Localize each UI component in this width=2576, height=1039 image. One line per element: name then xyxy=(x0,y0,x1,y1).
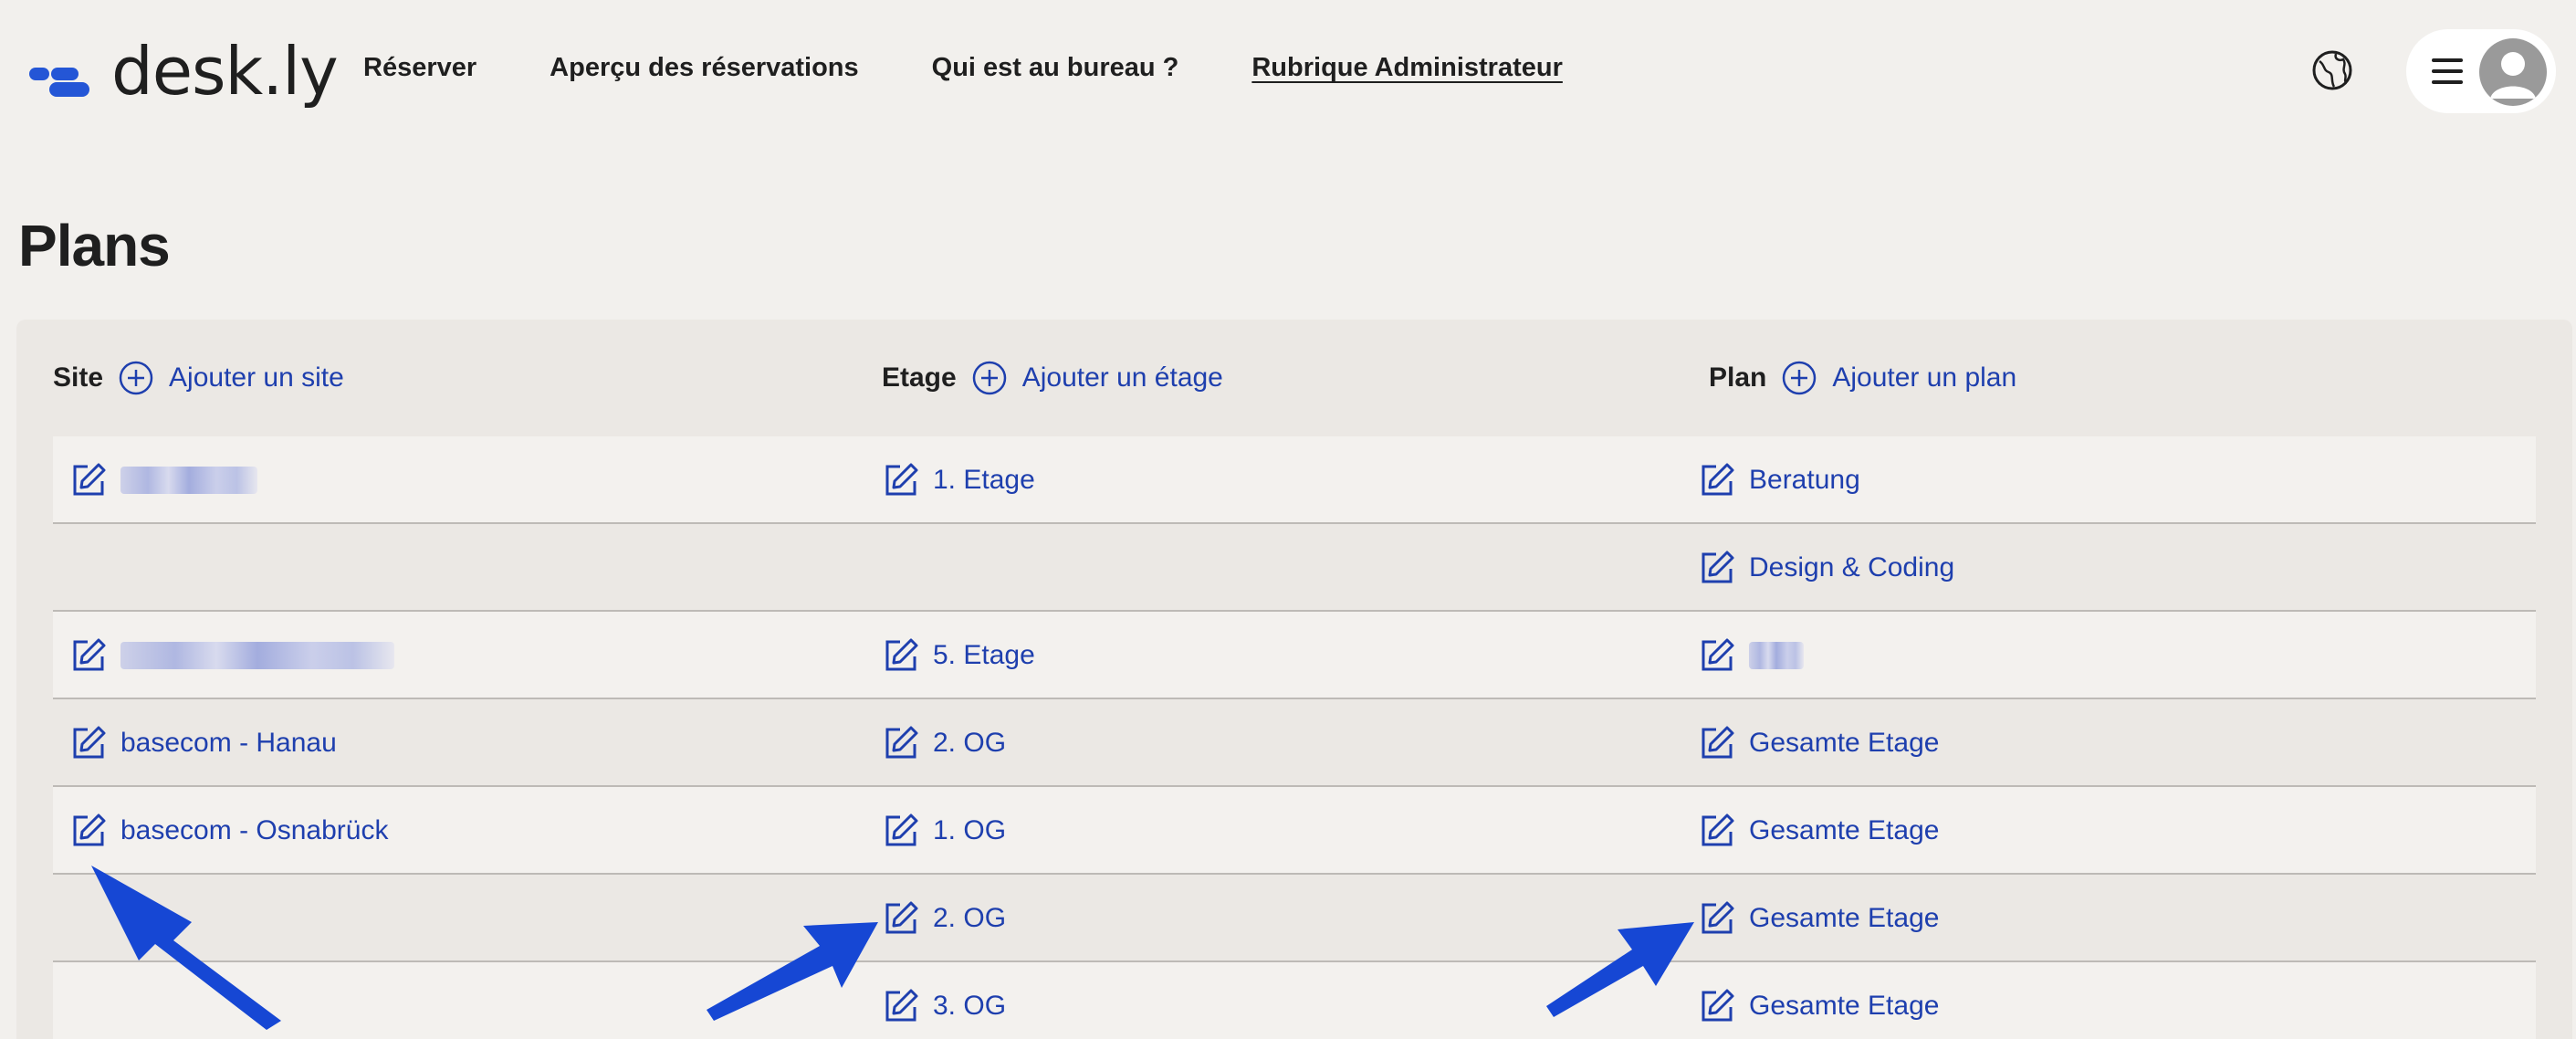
logo-text: desk.ly xyxy=(111,33,339,110)
redacted-site-name xyxy=(120,642,394,669)
plan-cell[interactable]: Design & Coding xyxy=(1698,524,1954,612)
redacted-plan-name xyxy=(1749,642,1804,669)
add-floor-link[interactable]: Ajouter un étage xyxy=(1022,362,1223,394)
table-row: basecom - Hanau 2. OG Gesamte Etage xyxy=(53,699,2536,787)
site-cell[interactable] xyxy=(69,436,257,524)
plan-name[interactable]: Gesamte Etage xyxy=(1749,728,1939,759)
column-label-floor: Etage xyxy=(882,362,957,393)
add-circle-icon[interactable] xyxy=(1781,360,1817,396)
globe-icon[interactable] xyxy=(2310,48,2354,92)
logo-mark-icon xyxy=(29,44,100,99)
floor-name[interactable]: 2. OG xyxy=(933,728,1006,759)
hamburger-menu-icon[interactable] xyxy=(2432,58,2463,84)
main-nav: Réserver Aperçu des réservations Qui est… xyxy=(363,53,1636,83)
column-header-floor: Etage Ajouter un étage xyxy=(882,360,1223,396)
table-row: Design & Coding xyxy=(53,524,2536,612)
floor-name[interactable]: 5. Etage xyxy=(933,640,1035,671)
edit-icon[interactable] xyxy=(882,899,920,938)
plan-cell[interactable]: Gesamte Etage xyxy=(1698,962,1939,1039)
edit-icon[interactable] xyxy=(1698,724,1736,762)
floor-cell[interactable]: 5. Etage xyxy=(882,612,1035,699)
site-name[interactable]: basecom - Osnabrück xyxy=(120,815,388,846)
deskly-logo[interactable]: desk.ly xyxy=(29,33,339,110)
plan-name[interactable]: Gesamte Etage xyxy=(1749,903,1939,934)
floor-cell[interactable]: 3. OG xyxy=(882,962,1006,1039)
edit-icon[interactable] xyxy=(1698,461,1736,499)
site-cell[interactable]: basecom - Osnabrück xyxy=(69,787,388,875)
column-label-plan: Plan xyxy=(1709,362,1767,393)
edit-icon[interactable] xyxy=(1698,549,1736,587)
floor-name[interactable]: 3. OG xyxy=(933,991,1006,1022)
plan-name[interactable]: Gesamte Etage xyxy=(1749,815,1939,846)
plan-cell[interactable]: Gesamte Etage xyxy=(1698,787,1939,875)
table-row: 2. OG Gesamte Etage xyxy=(53,875,2536,962)
top-header: desk.ly Réserver Aperçu des réservations… xyxy=(0,0,2576,146)
edit-icon[interactable] xyxy=(69,724,108,762)
edit-icon[interactable] xyxy=(69,461,108,499)
nav-item-reserver[interactable]: Réserver xyxy=(363,53,476,83)
plan-name[interactable]: Gesamte Etage xyxy=(1749,991,1939,1022)
edit-icon[interactable] xyxy=(1698,812,1736,850)
edit-icon[interactable] xyxy=(882,636,920,675)
column-header-plan: Plan Ajouter un plan xyxy=(1709,360,2016,396)
floor-cell[interactable]: 2. OG xyxy=(882,875,1006,962)
nav-item-rubrique-administrateur[interactable]: Rubrique Administrateur xyxy=(1251,53,1563,83)
edit-icon[interactable] xyxy=(882,461,920,499)
table-row: 1. Etage Beratung xyxy=(53,436,2536,524)
edit-icon[interactable] xyxy=(1698,899,1736,938)
floor-cell[interactable]: 1. OG xyxy=(882,787,1006,875)
edit-icon[interactable] xyxy=(1698,636,1736,675)
nav-item-qui-est-au-bureau[interactable]: Qui est au bureau ? xyxy=(932,53,1179,83)
edit-icon[interactable] xyxy=(69,812,108,850)
table-row: 3. OG Gesamte Etage xyxy=(53,962,2536,1039)
plan-cell[interactable]: Beratung xyxy=(1698,436,1860,524)
floor-name[interactable]: 2. OG xyxy=(933,903,1006,934)
add-plan-link[interactable]: Ajouter un plan xyxy=(1832,362,2016,394)
plan-name[interactable]: Design & Coding xyxy=(1749,552,1954,583)
edit-icon[interactable] xyxy=(882,812,920,850)
edit-icon[interactable] xyxy=(1698,987,1736,1025)
column-label-site: Site xyxy=(53,362,104,393)
add-circle-icon[interactable] xyxy=(118,360,154,396)
site-cell[interactable]: basecom - Hanau xyxy=(69,699,337,787)
floor-name[interactable]: 1. OG xyxy=(933,815,1006,846)
table-row: basecom - Osnabrück 1. OG Gesamte Etage xyxy=(53,787,2536,875)
add-site-link[interactable]: Ajouter un site xyxy=(169,362,344,394)
redacted-site-name xyxy=(120,467,257,494)
edit-icon[interactable] xyxy=(69,636,108,675)
floor-name[interactable]: 1. Etage xyxy=(933,465,1035,496)
edit-icon[interactable] xyxy=(882,987,920,1025)
site-cell[interactable] xyxy=(69,612,394,699)
column-header-site: Site Ajouter un site xyxy=(53,360,344,396)
site-name[interactable]: basecom - Hanau xyxy=(120,728,337,759)
user-avatar-icon[interactable] xyxy=(2479,38,2547,106)
plan-name[interactable]: Beratung xyxy=(1749,465,1860,496)
nav-item-apercu-reservations[interactable]: Aperçu des réservations xyxy=(550,53,858,83)
plan-cell[interactable]: Gesamte Etage xyxy=(1698,875,1939,962)
table-row: 5. Etage xyxy=(53,612,2536,699)
page-title: Plans xyxy=(18,213,171,278)
edit-icon[interactable] xyxy=(882,724,920,762)
plan-cell[interactable]: Gesamte Etage xyxy=(1698,699,1939,787)
plans-table: 1. Etage Beratung Design & Coding 5. Eta… xyxy=(53,436,2536,1039)
floor-cell[interactable]: 2. OG xyxy=(882,699,1006,787)
plan-cell[interactable] xyxy=(1698,612,1804,699)
floor-cell[interactable]: 1. Etage xyxy=(882,436,1035,524)
add-circle-icon[interactable] xyxy=(971,360,1008,396)
